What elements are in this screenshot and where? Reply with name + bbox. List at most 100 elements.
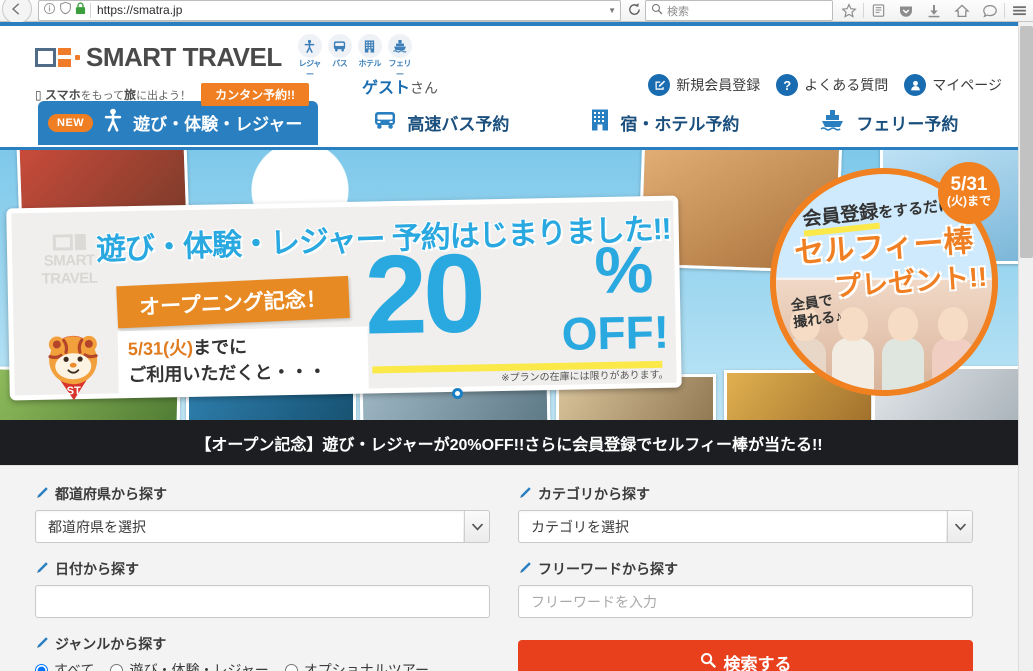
genre-label-optional-tour: オプショナルツアー	[303, 662, 429, 671]
pocket-icon[interactable]	[892, 0, 920, 22]
freeword-input[interactable]	[518, 585, 973, 618]
url-dropdown-icon[interactable]: ▼	[608, 6, 616, 15]
site-tagline: ▯ スマホをもって旅に出よう！	[35, 86, 191, 103]
hero-deadline-date: 5/31	[950, 174, 988, 195]
downloads-arrow-icon[interactable]	[920, 0, 948, 22]
faq-question-icon: ?	[776, 74, 799, 96]
tagline-mid: をもって	[80, 90, 125, 102]
hero-circle-line4: 全員で 撮れる♪	[790, 291, 843, 331]
hero-card-brand: SMART TRAVEL	[34, 233, 105, 288]
field-genre: ジャンルから探す すべて 遊び・体験・レジャー オプショナルツアー	[35, 634, 490, 671]
genre-radio-all[interactable]	[35, 663, 48, 671]
link-faq[interactable]: ? よくある質問	[776, 74, 888, 96]
hero-promo-card: SMART TRAVEL 遊び・体験・レジャー 予約はじまりました!! オープニ…	[6, 195, 682, 401]
genre-option-optional-tour[interactable]: オプショナルツアー	[284, 660, 429, 671]
svg-text:ST: ST	[67, 385, 82, 397]
label-prefecture: 都道府県から探す	[35, 484, 490, 504]
search-col-right: カテゴリから探す カテゴリを選択 フリーワードから探す フリーワードを入力 検索…	[518, 484, 973, 671]
field-date: 日付から探す	[35, 559, 490, 618]
reader-view-icon[interactable]	[864, 0, 892, 22]
field-prefecture: 都道府県から探す 都道府県を選択	[35, 484, 490, 543]
my-page-person-icon	[904, 74, 927, 96]
date-input[interactable]	[35, 585, 490, 618]
register-pencil-icon	[648, 74, 671, 96]
mode-icon-leisure[interactable]: レジャー	[296, 34, 324, 80]
site-header: SMART TRAVEL レジャー バス ホテル フェリー ▯ スマホをもって旅…	[0, 26, 1018, 106]
hero-discount-number: 20	[363, 230, 483, 358]
prefecture-select-wrap: 都道府県を選択	[35, 510, 490, 543]
genre-radio-optional-tour[interactable]	[284, 663, 298, 671]
nav-item-hotel-label: 宿・ホテル予約	[620, 115, 740, 134]
guest-suffix-text: さん	[410, 80, 439, 96]
sync-chat-icon[interactable]	[976, 0, 1004, 22]
page-info-icon[interactable]	[43, 2, 56, 20]
leisure-person-icon	[102, 108, 124, 137]
mode-icon-bus[interactable]: バス	[326, 34, 354, 80]
search-row-1: 都道府県から探す 都道府県を選択 日付から探す ジャンルから探す すべて 遊び・…	[0, 484, 1018, 671]
header-links: 新規会員登録 ? よくある質問 マイページ	[648, 74, 1002, 96]
hero-deadline-suffix: (火)まで	[947, 194, 991, 208]
browser-search-field[interactable]: 検索	[645, 0, 833, 21]
search-icon	[700, 652, 716, 671]
hero-card-date: 5/31(火)	[127, 337, 194, 360]
pencil-icon	[35, 561, 49, 578]
hero-card-date-rest: までに	[192, 336, 248, 358]
genre-option-all[interactable]: すべて	[35, 660, 94, 671]
scrollbar-thumb[interactable]	[1020, 26, 1033, 258]
site-logo-block[interactable]: SMART TRAVEL レジャー バス ホテル フェリー ▯ スマホをもって旅…	[35, 34, 414, 106]
tagline-prefix: スマホ	[44, 88, 81, 102]
hamburger-menu-icon[interactable]	[1005, 0, 1033, 22]
bookmark-star-icon[interactable]	[835, 0, 863, 22]
nav-item-leisure[interactable]: NEW 遊び・体験・レジャー	[38, 100, 319, 145]
nav-item-hotel[interactable]: 宿・ホテル予約	[571, 101, 757, 145]
label-prefecture-text: 都道府県から探す	[55, 486, 167, 502]
hero-caption-strip[interactable]: 【オープン記念】遊び・レジャーが20%OFF!!さらに会員登録でセルフィー棒が当…	[0, 420, 1018, 465]
category-select[interactable]: カテゴリを選択	[518, 510, 973, 543]
carousel-indicator-dot[interactable]	[452, 388, 463, 399]
url-bar[interactable]: https://smatra.jp ▼	[38, 0, 621, 21]
nav-item-bus[interactable]: 高速バス予約	[354, 101, 527, 145]
hero-brand-line1: SMART	[43, 251, 95, 270]
home-icon[interactable]	[948, 0, 976, 22]
link-register-label: 新規会員登録	[676, 77, 761, 93]
page-viewport: SMART TRAVEL レジャー バス ホテル フェリー ▯ スマホをもって旅…	[0, 26, 1018, 671]
hero-banner[interactable]: SMART TRAVEL 遊び・体験・レジャー 予約はじまりました!! オープニ…	[0, 150, 1018, 420]
back-arrow-icon[interactable]	[2, 0, 32, 24]
search-button[interactable]: 検索する	[518, 640, 973, 671]
label-category-text: カテゴリから探す	[538, 486, 650, 502]
genre-label-all: すべて	[54, 662, 95, 671]
genre-radio-group: すべて 遊び・体験・レジャー オプショナルツアー	[35, 660, 490, 671]
genre-option-leisure[interactable]: 遊び・体験・レジャー	[110, 660, 269, 671]
prefecture-select[interactable]: 都道府県を選択	[35, 510, 490, 543]
genre-radio-leisure[interactable]	[110, 663, 124, 671]
label-category: カテゴリから探す	[518, 484, 973, 504]
hero-card-ribbon: オープニング記念！	[116, 275, 350, 329]
genre-label-leisure: 遊び・体験・レジャー	[129, 662, 269, 671]
page-scrollbar[interactable]	[1018, 22, 1033, 671]
hero-discount-percent: %	[593, 232, 654, 308]
nav-item-bus-label: 高速バス予約	[407, 115, 510, 134]
mode-label-hotel: ホテル	[358, 59, 381, 68]
hero-brand-line2: TRAVEL	[41, 269, 98, 288]
field-category: カテゴリから探す カテゴリを選択	[518, 484, 973, 543]
pencil-icon	[35, 636, 49, 653]
mode-label-bus: バス	[332, 59, 348, 68]
site-logo-text: SMART TRAVEL	[86, 41, 282, 72]
pencil-icon	[518, 561, 532, 578]
easy-booking-badge[interactable]: カンタン予約!!	[201, 83, 310, 106]
pencil-icon	[35, 486, 49, 503]
link-mypage[interactable]: マイページ	[904, 74, 1002, 96]
guest-name-text: ゲスト	[362, 80, 411, 97]
pencil-icon	[518, 486, 532, 503]
url-text[interactable]: https://smatra.jp	[90, 3, 604, 18]
nav-item-ferry[interactable]: フェリー予約	[801, 101, 976, 145]
phone-icon: ▯	[35, 88, 42, 102]
label-date: 日付から探す	[35, 559, 490, 579]
label-genre-text: ジャンルから探す	[55, 636, 167, 652]
label-genre: ジャンルから探す	[35, 634, 490, 654]
tagline-suffix: に出よう！	[136, 90, 192, 102]
reload-icon[interactable]	[623, 2, 645, 20]
link-register[interactable]: 新規会員登録	[648, 74, 760, 96]
tracking-protection-icon[interactable]	[59, 1, 72, 20]
label-date-text: 日付から探す	[55, 561, 139, 577]
